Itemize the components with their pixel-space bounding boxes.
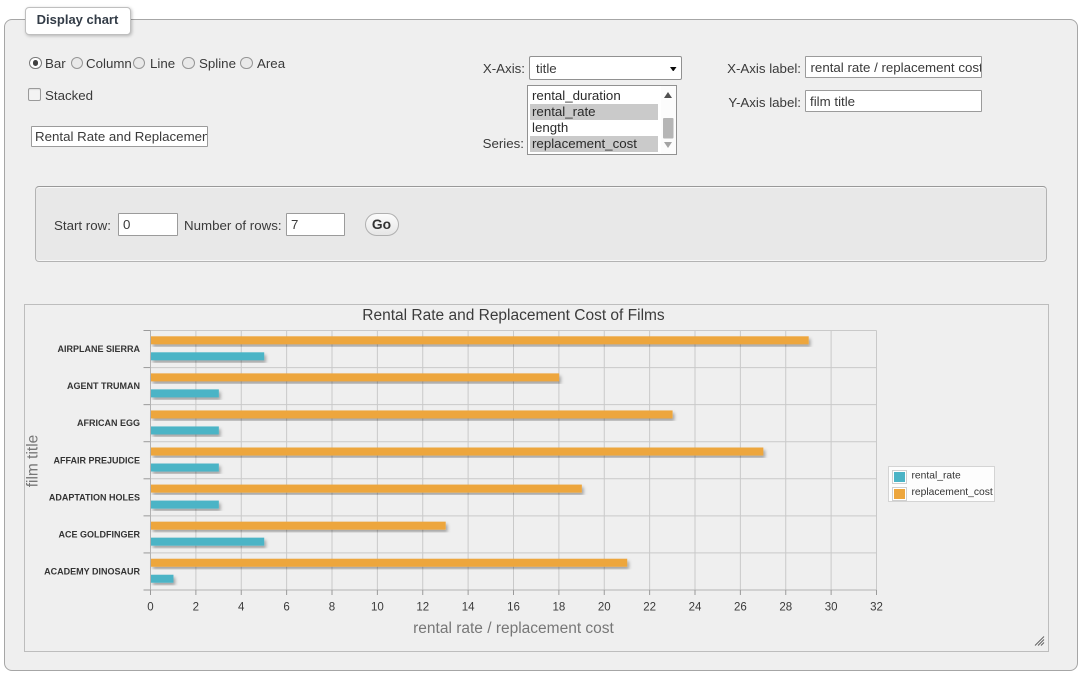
svg-text:4: 4 [238, 602, 245, 614]
svg-text:Rental Rate and Replacement Co: Rental Rate and Replacement Cost of Film… [362, 307, 665, 324]
svg-text:6: 6 [283, 602, 289, 614]
svg-text:10: 10 [371, 602, 384, 614]
svg-text:ACE GOLDFINGER: ACE GOLDFINGER [58, 529, 140, 539]
svg-text:rental rate / replacement cost: rental rate / replacement cost [413, 620, 614, 637]
svg-text:ADAPTATION HOLES: ADAPTATION HOLES [49, 492, 140, 502]
svg-text:8: 8 [329, 602, 335, 614]
svg-text:20: 20 [598, 602, 611, 614]
svg-text:24: 24 [689, 602, 702, 614]
svg-text:28: 28 [779, 602, 792, 614]
svg-text:AGENT TRUMAN: AGENT TRUMAN [67, 381, 140, 391]
svg-text:replacement_cost: replacement_cost [912, 487, 993, 498]
svg-text:16: 16 [507, 602, 520, 614]
svg-text:30: 30 [825, 602, 838, 614]
svg-text:14: 14 [462, 602, 475, 614]
svg-text:22: 22 [643, 602, 656, 614]
svg-text:AIRPLANE SIERRA: AIRPLANE SIERRA [57, 344, 140, 354]
svg-text:12: 12 [416, 602, 429, 614]
svg-text:18: 18 [552, 602, 565, 614]
svg-text:26: 26 [734, 602, 747, 614]
svg-text:AFFAIR PREJUDICE: AFFAIR PREJUDICE [53, 455, 140, 465]
svg-text:32: 32 [870, 602, 883, 614]
svg-text:ACADEMY DINOSAUR: ACADEMY DINOSAUR [44, 566, 140, 576]
svg-text:2: 2 [193, 602, 199, 614]
svg-text:0: 0 [147, 602, 153, 614]
svg-text:AFRICAN EGG: AFRICAN EGG [77, 418, 140, 428]
svg-text:film title: film title [26, 435, 42, 488]
svg-text:rental_rate: rental_rate [912, 471, 962, 482]
